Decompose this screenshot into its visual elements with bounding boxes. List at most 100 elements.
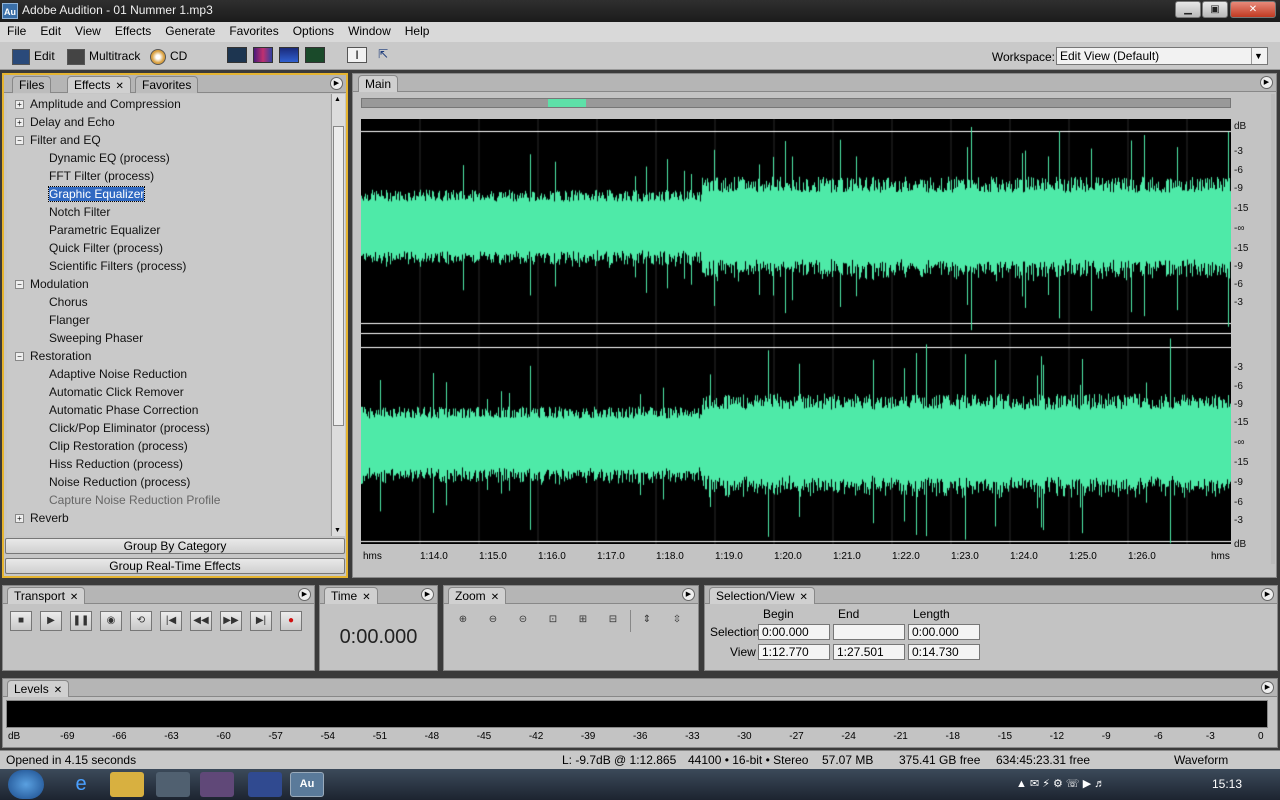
edit-view-button[interactable]: Edit: [12, 46, 55, 66]
waveform-display-icon[interactable]: [227, 47, 247, 63]
tree-effect-item[interactable]: Noise Reduction (process): [7, 473, 190, 491]
tab-zoom[interactable]: Zoom ✕: [448, 587, 507, 604]
expand-icon[interactable]: +: [15, 118, 24, 127]
workspace-dropdown[interactable]: Edit View (Default) ▼: [1056, 47, 1268, 65]
tree-category[interactable]: + Amplitude and Compression: [7, 95, 181, 113]
internet-explorer-icon[interactable]: e: [64, 772, 98, 797]
fast-forward-button[interactable]: ▶▶: [220, 611, 242, 631]
tree-effect-item[interactable]: Sweeping Phaser: [7, 329, 143, 347]
spectral-pan-icon[interactable]: [279, 47, 299, 63]
close-tab-icon[interactable]: ✕: [54, 685, 62, 696]
menu-view[interactable]: View: [68, 22, 108, 38]
zoom-in-icon[interactable]: ⊕: [452, 611, 474, 631]
tree-category[interactable]: + Delay and Echo: [7, 113, 115, 131]
expand-icon[interactable]: +: [15, 514, 24, 523]
go-to-end-button[interactable]: ▶|: [250, 611, 272, 631]
horizontal-zoom-bar[interactable]: [361, 98, 1231, 108]
tree-effect-item[interactable]: Chorus: [7, 293, 88, 311]
tab-favorites[interactable]: Favorites: [135, 76, 199, 93]
close-tab-icon[interactable]: ✕: [115, 81, 123, 92]
collapse-icon[interactable]: −: [15, 136, 24, 145]
scroll-down-icon[interactable]: ▼: [334, 527, 341, 534]
tab-time[interactable]: Time ✕: [324, 587, 378, 604]
expand-icon[interactable]: +: [15, 100, 24, 109]
tab-main[interactable]: Main: [358, 75, 399, 92]
audition-taskbar-icon[interactable]: Au: [290, 772, 324, 797]
tree-category[interactable]: − Modulation: [7, 275, 89, 293]
stop-button[interactable]: ■: [10, 611, 32, 631]
tree-effect-item[interactable]: Hiss Reduction (process): [7, 455, 183, 473]
panel-menu-icon[interactable]: ▶: [1260, 76, 1273, 89]
multitrack-view-button[interactable]: Multitrack: [67, 46, 140, 66]
panel-menu-icon[interactable]: ▶: [330, 77, 343, 90]
tree-effect-item[interactable]: Automatic Phase Correction: [7, 401, 198, 419]
camera-app-icon[interactable]: [156, 772, 190, 797]
zoom-right-edge-icon[interactable]: ⊟: [602, 611, 624, 631]
explorer-folder-icon[interactable]: [110, 772, 144, 797]
panel-menu-icon[interactable]: ▶: [682, 588, 695, 601]
tab-transport[interactable]: Transport ✕: [7, 587, 86, 604]
panel-menu-icon[interactable]: ▶: [298, 588, 311, 601]
menu-generate[interactable]: Generate: [158, 22, 222, 38]
pause-button[interactable]: ❚❚: [70, 611, 92, 631]
selection-end-field[interactable]: [833, 624, 905, 640]
tree-effect-item[interactable]: Quick Filter (process): [7, 239, 163, 257]
tree-effect-item[interactable]: Automatic Click Remover: [7, 383, 184, 401]
tree-effect-item[interactable]: Adaptive Noise Reduction: [7, 365, 187, 383]
tab-selection-view[interactable]: Selection/View ✕: [709, 587, 815, 604]
time-ruler[interactable]: hms 1:14.0 1:15.0 1:16.0 1:17.0 1:18.0 1:19.0 1…: [361, 546, 1267, 566]
record-button[interactable]: ●: [280, 611, 302, 631]
play-button[interactable]: ▶: [40, 611, 62, 631]
zoom-out-full-icon[interactable]: ⊝: [512, 611, 534, 631]
close-button[interactable]: ✕: [1230, 1, 1276, 18]
zoom-left-edge-icon[interactable]: ⊞: [572, 611, 594, 631]
tree-effect-item[interactable]: Click/Pop Eliminator (process): [7, 419, 210, 437]
tab-effects[interactable]: Effects ✕: [67, 76, 131, 93]
selection-length-field[interactable]: 0:00.000: [908, 624, 980, 640]
view-length-field[interactable]: 0:14.730: [908, 644, 980, 660]
panel-menu-icon[interactable]: ▶: [421, 588, 434, 601]
panel-menu-icon[interactable]: ▶: [1261, 588, 1274, 601]
tree-effect-item[interactable]: Dynamic EQ (process): [7, 149, 170, 167]
menu-favorites[interactable]: Favorites: [222, 22, 285, 38]
menu-help[interactable]: Help: [398, 22, 437, 38]
menu-edit[interactable]: Edit: [33, 22, 68, 38]
collapse-icon[interactable]: −: [15, 280, 24, 289]
tree-effect-item[interactable]: Notch Filter: [7, 203, 110, 221]
view-begin-field[interactable]: 1:12.770: [758, 644, 830, 660]
time-selection-tool-icon[interactable]: I: [347, 47, 367, 63]
zoom-bar-thumb[interactable]: [548, 99, 586, 107]
view-end-field[interactable]: 1:27.501: [833, 644, 905, 660]
tree-category[interactable]: − Restoration: [7, 347, 91, 365]
tree-effect-item[interactable]: FFT Filter (process): [7, 167, 154, 185]
waveform-display[interactable]: [361, 119, 1231, 544]
tree-effect-item[interactable]: Capture Noise Reduction Profile: [7, 491, 220, 509]
tree-effect-item[interactable]: Scientific Filters (process): [7, 257, 186, 275]
tree-category[interactable]: − Filter and EQ: [7, 131, 101, 149]
media-app-icon[interactable]: [200, 772, 234, 797]
panel-menu-icon[interactable]: ▶: [1261, 681, 1274, 694]
maximize-button[interactable]: ▣: [1202, 1, 1228, 18]
selection-begin-field[interactable]: 0:00.000: [758, 624, 830, 640]
menu-options[interactable]: Options: [286, 22, 341, 38]
start-button-icon[interactable]: [8, 770, 44, 799]
collapse-icon[interactable]: −: [15, 352, 24, 361]
tree-category[interactable]: + Reverb: [7, 509, 69, 527]
minimize-button[interactable]: ▁: [1175, 1, 1201, 18]
zoom-selection-icon[interactable]: ⊡: [542, 611, 564, 631]
zoom-out-vertical-icon[interactable]: ⇳: [666, 611, 688, 631]
scrollbar-thumb[interactable]: [333, 126, 344, 426]
close-tab-icon[interactable]: ✕: [362, 592, 370, 603]
menu-file[interactable]: File: [0, 22, 33, 38]
menu-effects[interactable]: Effects: [108, 22, 158, 38]
move-tool-icon[interactable]: ⇱: [373, 47, 393, 63]
system-tray[interactable]: ▲ ✉ ⚡ ⚙ ☏ ▶ ♬: [1016, 777, 1166, 793]
group-realtime-effects-button[interactable]: Group Real-Time Effects: [5, 558, 345, 574]
tree-effect-item[interactable]: Parametric Equalizer: [7, 221, 160, 239]
zoom-in-vertical-icon[interactable]: ⇕: [636, 611, 658, 631]
effects-scrollbar[interactable]: ▲ ▼: [331, 94, 345, 536]
clock[interactable]: 15:13: [1212, 777, 1242, 791]
tree-effect-item[interactable]: Clip Restoration (process): [7, 437, 188, 455]
go-to-start-button[interactable]: |◀: [160, 611, 182, 631]
close-tab-icon[interactable]: ✕: [70, 592, 78, 603]
